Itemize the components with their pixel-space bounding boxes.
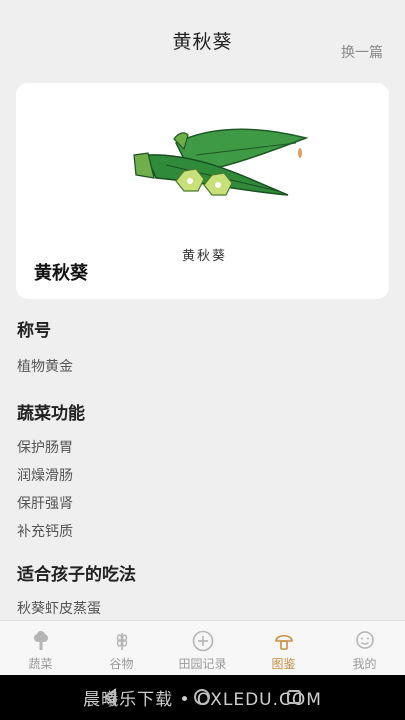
page-title: 黄秋葵 — [172, 30, 233, 53]
tab-vegetables[interactable]: 蔬菜 — [0, 621, 81, 675]
function-item: 保护肠胃 — [17, 440, 73, 456]
tab-encyclopedia[interactable]: 图鉴 — [243, 621, 324, 675]
section-title-functions: 蔬菜功能 — [17, 404, 85, 424]
tab-label: 蔬菜 — [28, 657, 53, 671]
wheat-icon — [116, 633, 127, 650]
handwritten-label: 黄秋葵 — [182, 249, 228, 264]
recipe-item: 秋葵虾皮蒸蛋 — [17, 601, 101, 617]
smiley-icon — [355, 631, 374, 649]
tab-grains[interactable]: 谷物 — [81, 621, 162, 675]
tab-garden-record[interactable]: 田园记录 — [162, 621, 243, 675]
nickname-item: 植物黄金 — [17, 359, 73, 375]
page-header: 黄秋葵 换一篇 — [0, 0, 405, 80]
section-title-kids-recipes: 适合孩子的吃法 — [17, 565, 136, 585]
tab-label: 我的 — [352, 657, 377, 671]
system-nav-bar: 晨曦乐下载 • OXLEDU.COM — [0, 675, 405, 720]
tab-label: 田园记录 — [178, 657, 227, 671]
recents-icon[interactable] — [284, 687, 304, 707]
function-item: 保肝强肾 — [17, 496, 73, 512]
function-item: 润燥滑肠 — [17, 468, 73, 484]
card-vegetable-name: 黄秋葵 — [34, 263, 88, 284]
function-item: 补充钙质 — [17, 524, 73, 540]
switch-article-button[interactable]: 换一篇 — [341, 42, 383, 62]
tab-mine[interactable]: 我的 — [324, 621, 405, 675]
mushroom-icon — [274, 634, 293, 650]
back-icon[interactable] — [100, 687, 120, 707]
detail-content: 称号 植物黄金 蔬菜功能 保护肠胃 润燥滑肠 保肝强肾 补充钙质 适合孩子的吃法… — [17, 310, 389, 623]
section-title-nickname: 称号 — [17, 321, 51, 341]
tab-label: 图鉴 — [271, 657, 296, 671]
tab-label: 谷物 — [109, 657, 134, 671]
home-icon[interactable] — [192, 687, 212, 707]
vegetable-card: 黄秋葵 黄秋葵 — [16, 83, 389, 299]
broccoli-icon — [33, 631, 48, 650]
plus-circle-icon — [192, 630, 213, 652]
bottom-tab-bar: 蔬菜 谷物 田园记录 图鉴 我的 — [0, 620, 405, 675]
